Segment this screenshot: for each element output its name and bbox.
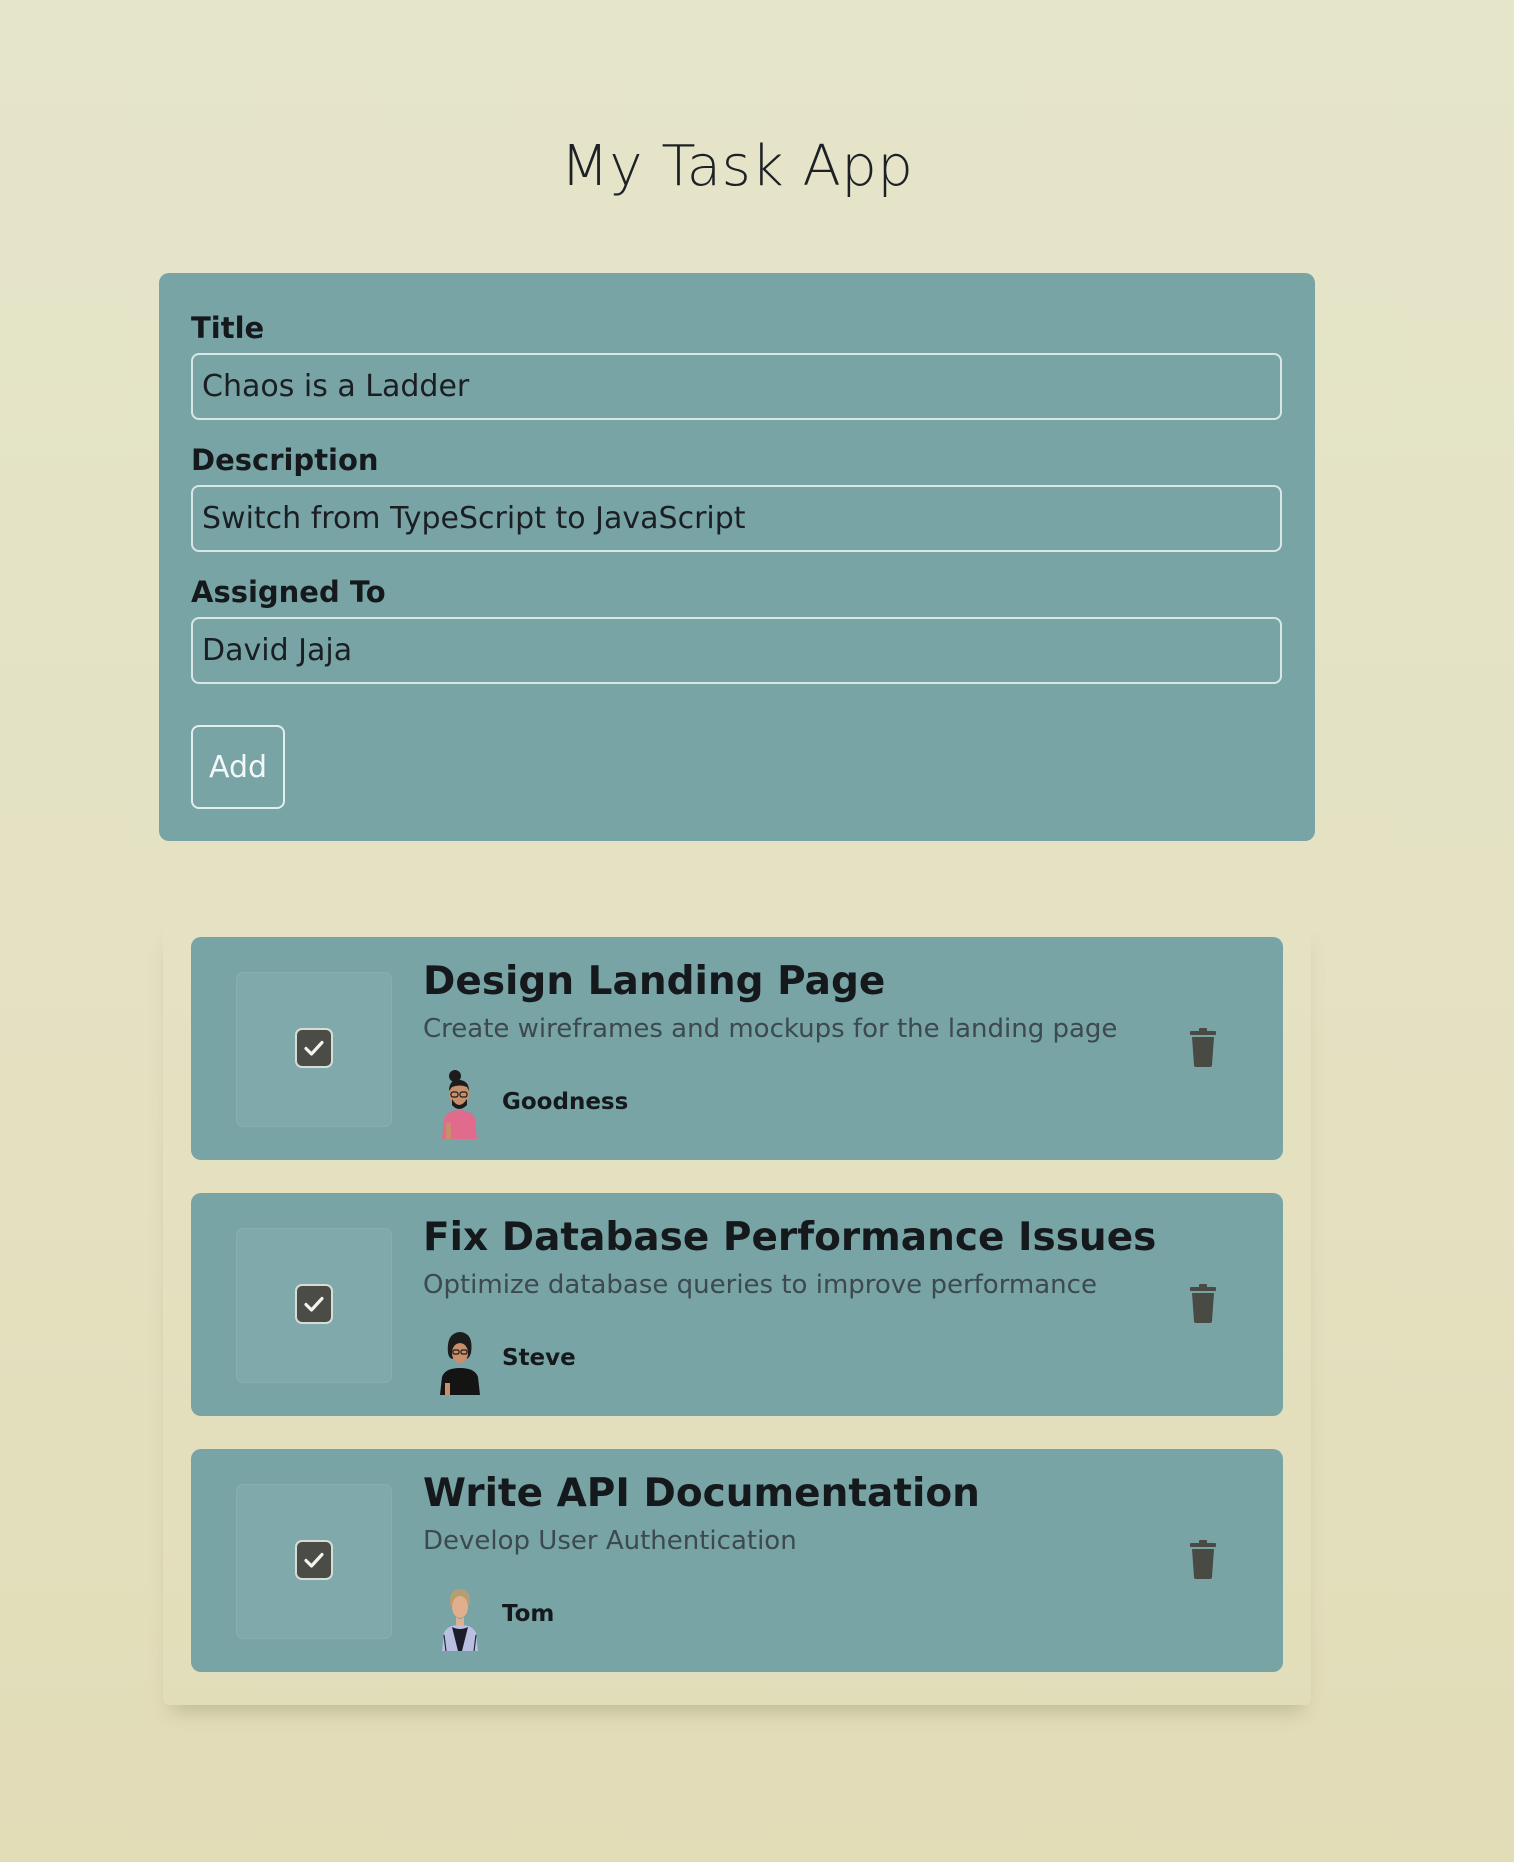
checkmark-icon (304, 1296, 324, 1312)
task-card: Fix Database Performance Issues Optimize… (191, 1193, 1283, 1416)
task-list: Design Landing Page Create wireframes an… (163, 925, 1311, 1705)
trash-icon[interactable] (1187, 1027, 1219, 1067)
task-description: Create wireframes and mockups for the la… (423, 1014, 1118, 1044)
task-card: Design Landing Page Create wireframes an… (191, 937, 1283, 1160)
description-input[interactable] (191, 485, 1282, 552)
page-title: My Task App (560, 134, 914, 199)
task-title: Write API Documentation (423, 1471, 980, 1516)
checkmark-icon (304, 1040, 324, 1056)
trash-icon[interactable] (1187, 1283, 1219, 1323)
add-button[interactable]: Add (191, 725, 285, 809)
task-description: Develop User Authentication (423, 1526, 797, 1556)
description-label: Description (191, 443, 379, 477)
avatar (442, 1589, 478, 1651)
task-title: Fix Database Performance Issues (423, 1215, 1157, 1260)
task-complete-checkbox[interactable] (295, 1284, 333, 1324)
assigned-to-input[interactable] (191, 617, 1282, 684)
assigned-to-label: Assigned To (191, 575, 386, 609)
assignee-name: Tom (502, 1601, 555, 1627)
task-complete-checkbox[interactable] (295, 1540, 333, 1580)
checkbox-area (237, 1485, 391, 1638)
checkbox-area (237, 973, 391, 1126)
assignee-name: Goodness (502, 1089, 629, 1115)
task-description: Optimize database queries to improve per… (423, 1270, 1097, 1300)
trash-icon[interactable] (1187, 1539, 1219, 1579)
assignee-name: Steve (502, 1345, 576, 1371)
task-card: Write API Documentation Develop User Aut… (191, 1449, 1283, 1672)
task-complete-checkbox[interactable] (295, 1028, 333, 1068)
task-title: Design Landing Page (423, 959, 886, 1004)
checkbox-area (237, 1229, 391, 1382)
title-label: Title (191, 311, 265, 345)
checkmark-icon (304, 1552, 324, 1568)
avatar (440, 1332, 480, 1395)
title-input[interactable] (191, 353, 1282, 420)
avatar (442, 1070, 477, 1139)
task-form: Title Description Assigned To Add (159, 273, 1315, 841)
